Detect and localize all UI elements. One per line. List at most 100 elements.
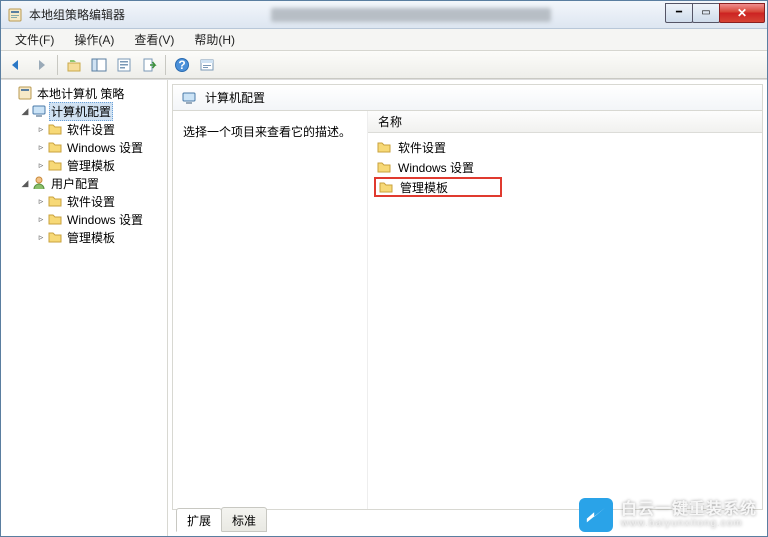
tree-pane[interactable]: 本地计算机 策略 ◢ 计算机配置 ▹ 软件设置	[1, 80, 168, 536]
list-item-label: Windows 设置	[398, 159, 474, 176]
tree-user-admin-templates[interactable]: ▹ 管理模板	[33, 228, 165, 246]
detail-header-title: 计算机配置	[205, 89, 265, 106]
tree-user-label: 用户配置	[49, 175, 101, 192]
watermark-en: www.baiyunxitong.com	[621, 518, 757, 529]
close-button[interactable]: ✕	[719, 3, 765, 23]
tree-user-windows-label: Windows 设置	[65, 211, 145, 228]
titlebar: 本地组策略编辑器 ━ ▭ ✕	[1, 1, 767, 29]
menubar: 文件(F) 操作(A) 查看(V) 帮助(H)	[1, 29, 767, 51]
watermark: 白云一键重装系统 www.baiyunxitong.com	[579, 498, 757, 532]
folder-icon	[47, 193, 63, 209]
watermark-cn: 白云一键重装系统	[621, 501, 757, 519]
watermark-text: 白云一键重装系统 www.baiyunxitong.com	[621, 501, 757, 530]
tree-user-software-settings[interactable]: ▹ 软件设置	[33, 192, 165, 210]
tree-software-label: 软件设置	[65, 121, 117, 138]
list-item[interactable]: 软件设置	[374, 137, 756, 157]
computer-icon	[181, 90, 197, 106]
list-item-label: 软件设置	[398, 139, 446, 156]
detail-pane: 计算机配置 选择一个项目来查看它的描述。 名称 软件设置	[168, 80, 767, 536]
list-item[interactable]: Windows 设置	[374, 157, 756, 177]
detail-body: 选择一个项目来查看它的描述。 名称 软件设置	[173, 111, 762, 509]
description-text: 选择一个项目来查看它的描述。	[183, 123, 357, 140]
content-area: 本地计算机 策略 ◢ 计算机配置 ▹ 软件设置	[1, 79, 767, 536]
computer-icon	[31, 103, 47, 119]
tree-computer-config[interactable]: ◢ 计算机配置	[17, 102, 165, 120]
tree-user-children: ▹ 软件设置 ▹ Windows 设置 ▹ 管理模板	[17, 192, 165, 246]
folder-icon	[47, 157, 63, 173]
tab-standard[interactable]: 标准	[221, 507, 267, 532]
minimize-icon: ━	[676, 8, 682, 18]
user-icon	[31, 175, 47, 191]
chevron-right-icon: ▹	[35, 232, 47, 243]
chevron-right-icon: ▹	[35, 142, 47, 153]
tree-computer-label: 计算机配置	[49, 102, 113, 121]
folder-icon	[378, 179, 394, 195]
tab-standard-label: 标准	[232, 514, 256, 528]
chevron-right-icon: ▹	[35, 160, 47, 171]
chevron-down-icon: ◢	[19, 178, 31, 189]
tab-extended-label: 扩展	[187, 514, 211, 528]
export-list-button[interactable]	[138, 54, 160, 76]
tree-root-row[interactable]: 本地计算机 策略	[3, 84, 165, 102]
app-icon	[7, 7, 23, 23]
filter-button[interactable]	[196, 54, 218, 76]
app-window: 本地组策略编辑器 ━ ▭ ✕ 文件(F) 操作(A) 查看(V) 帮助(H) ?	[0, 0, 768, 537]
svg-text:?: ?	[178, 58, 185, 72]
tree-user-config[interactable]: ◢ 用户配置	[17, 174, 165, 192]
column-name: 名称	[378, 113, 402, 130]
list-item-label: 管理模板	[400, 179, 448, 196]
chevron-down-icon: ◢	[19, 106, 31, 117]
window-controls: ━ ▭ ✕	[666, 3, 765, 23]
list-item-highlighted[interactable]: 管理模板	[374, 177, 502, 197]
tree-user-windows-settings[interactable]: ▹ Windows 设置	[33, 210, 165, 228]
menu-action[interactable]: 操作(A)	[66, 29, 122, 50]
tree-user-admin-label: 管理模板	[65, 229, 117, 246]
chevron-right-icon: ▹	[35, 124, 47, 135]
toolbar-separator-2	[165, 55, 166, 75]
back-button[interactable]	[5, 54, 27, 76]
folder-icon	[47, 139, 63, 155]
titlebar-left: 本地组策略编辑器	[7, 6, 551, 23]
folder-icon	[47, 229, 63, 245]
tab-extended[interactable]: 扩展	[176, 508, 222, 532]
tree-user-software-label: 软件设置	[65, 193, 117, 210]
chevron-right-icon: ▹	[35, 214, 47, 225]
detail-inner: 计算机配置 选择一个项目来查看它的描述。 名称 软件设置	[172, 84, 763, 510]
menu-help[interactable]: 帮助(H)	[186, 29, 243, 50]
folder-icon	[376, 159, 392, 175]
tree-computer-children: ▹ 软件设置 ▹ Windows 设置 ▹ 管理模板	[17, 120, 165, 174]
maximize-button[interactable]: ▭	[692, 3, 720, 23]
up-button[interactable]	[63, 54, 85, 76]
folder-icon	[376, 139, 392, 155]
tree-admin-templates[interactable]: ▹ 管理模板	[33, 156, 165, 174]
forward-button[interactable]	[30, 54, 52, 76]
tree-software-settings[interactable]: ▹ 软件设置	[33, 120, 165, 138]
list-header[interactable]: 名称	[368, 111, 762, 133]
policy-icon	[17, 85, 33, 101]
close-icon: ✕	[737, 7, 747, 19]
tree-root-children: ◢ 计算机配置 ▹ 软件设置 ▹ Windows 设置	[3, 102, 165, 246]
toolbar: ?	[1, 51, 767, 79]
show-hide-tree-button[interactable]	[88, 54, 110, 76]
watermark-logo	[579, 498, 613, 532]
window-title: 本地组策略编辑器	[29, 6, 125, 23]
folder-icon	[47, 121, 63, 137]
tree-windows-settings[interactable]: ▹ Windows 设置	[33, 138, 165, 156]
tree-root-label: 本地计算机 策略	[35, 85, 126, 102]
titlebar-blur	[271, 8, 551, 22]
chevron-right-icon: ▹	[35, 196, 47, 207]
help-button[interactable]: ?	[171, 54, 193, 76]
properties-button[interactable]	[113, 54, 135, 76]
tree-root: 本地计算机 策略 ◢ 计算机配置 ▹ 软件设置	[3, 84, 165, 246]
toolbar-separator	[57, 55, 58, 75]
menu-view[interactable]: 查看(V)	[126, 29, 182, 50]
maximize-icon: ▭	[701, 8, 710, 18]
tree-windows-label: Windows 设置	[65, 139, 145, 156]
tree-admin-label: 管理模板	[65, 157, 117, 174]
detail-header: 计算机配置	[173, 85, 762, 111]
menu-file[interactable]: 文件(F)	[7, 29, 62, 50]
folder-icon	[47, 211, 63, 227]
minimize-button[interactable]: ━	[665, 3, 693, 23]
list-column: 名称 软件设置 Windows 设置	[368, 111, 762, 509]
description-column: 选择一个项目来查看它的描述。	[173, 111, 368, 509]
